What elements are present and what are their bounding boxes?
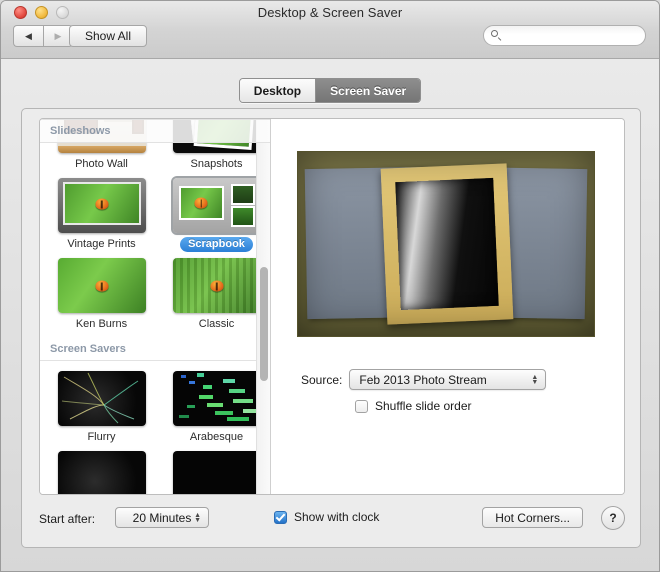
slideshows-grid: Photo Wall Snapshots Vintage Prints Scra… xyxy=(40,119,270,338)
arabesque-art-icon xyxy=(178,373,257,421)
source-row: Source: Feb 2013 Photo Stream ▲ ▼ xyxy=(301,369,547,390)
sidebar-scrollbar[interactable] xyxy=(256,119,270,494)
content-panel: Slideshows Photo Wall xyxy=(21,108,641,548)
arabesque-thumbnail[interactable] xyxy=(172,371,261,426)
chevron-updown-icon: ▲ ▼ xyxy=(194,511,201,524)
list-item-label: Ken Burns xyxy=(75,318,128,330)
shuffle-label: Shuffle slide order xyxy=(375,399,472,413)
search-icon xyxy=(491,30,499,41)
list-item-label: Photo Wall xyxy=(75,158,128,170)
show-clock-row[interactable]: Show with clock xyxy=(274,510,379,524)
show-all-button[interactable]: Show All xyxy=(69,25,147,47)
ken-burns-thumbnail[interactable] xyxy=(57,258,146,313)
show-clock-label: Show with clock xyxy=(294,510,380,524)
classic-thumbnail[interactable] xyxy=(172,258,261,313)
list-item-label: Classic xyxy=(198,318,235,330)
list-item-label: Arabesque xyxy=(189,431,244,443)
flurry-thumbnail[interactable] xyxy=(57,371,146,426)
help-button[interactable]: ? xyxy=(601,506,625,530)
back-arrow-icon: ◀ xyxy=(25,30,32,41)
tab-screen-saver[interactable]: Screen Saver xyxy=(315,79,421,102)
preview-panel: Source: Feb 2013 Photo Stream ▲ ▼ Shuffle… xyxy=(271,119,624,494)
forward-arrow-icon: ▶ xyxy=(54,30,62,41)
hot-corners-label: Hot Corners... xyxy=(495,510,570,525)
screensaver-list[interactable]: Slideshows Photo Wall xyxy=(40,119,271,494)
tab-desktop[interactable]: Desktop xyxy=(239,79,316,102)
list-item-label: Vintage Prints xyxy=(67,238,136,250)
help-icon: ? xyxy=(609,511,617,525)
tab-desktop-label: Desktop xyxy=(253,83,302,98)
shuffle-row[interactable]: Shuffle slide order xyxy=(355,399,472,413)
floating-group-header: Slideshows xyxy=(40,119,270,143)
source-dropdown-value: Feb 2013 Photo Stream xyxy=(359,372,487,387)
preview-vignette xyxy=(298,152,594,336)
vintage-prints-thumbnail[interactable] xyxy=(57,178,146,233)
sidebar-scrollbar-thumb[interactable] xyxy=(260,267,268,381)
list-item[interactable] xyxy=(163,451,270,494)
list-item[interactable]: Arabesque xyxy=(163,371,270,445)
list-item[interactable]: Classic xyxy=(163,258,270,332)
title-bar: Desktop & Screen Saver ◀ ▶ Show All xyxy=(1,1,659,59)
footer-controls: Start after: 20 Minutes ▲ ▼ Show with clo… xyxy=(39,505,625,535)
source-label: Source: xyxy=(301,372,343,387)
list-item[interactable]: Scrapbook xyxy=(163,178,270,252)
tab-screen-saver-label: Screen Saver xyxy=(330,83,407,98)
scrapbook-thumbnail[interactable] xyxy=(172,178,261,233)
list-item-label: Snapshots xyxy=(190,158,243,170)
list-item-label-selected: Scrapbook xyxy=(180,237,253,252)
window-title: Desktop & Screen Saver xyxy=(257,5,403,20)
flurry-art-icon xyxy=(61,372,138,424)
list-item[interactable]: Ken Burns xyxy=(48,258,155,332)
screensavers-grid: Flurry Arabesque xyxy=(40,361,270,494)
list-item[interactable] xyxy=(48,451,155,494)
tab-bar: Desktop Screen Saver xyxy=(1,78,659,103)
list-item[interactable]: Flurry xyxy=(48,371,155,445)
chooser-panel: Slideshows Photo Wall xyxy=(39,118,625,495)
start-after-value: 20 Minutes xyxy=(132,510,192,525)
source-dropdown[interactable]: Feb 2013 Photo Stream ▲ ▼ xyxy=(349,369,547,390)
shuffle-checkbox[interactable] xyxy=(355,399,368,413)
screensaver-preview-image xyxy=(297,151,595,337)
partial-thumbnail-right[interactable] xyxy=(172,451,261,494)
show-clock-checkbox[interactable] xyxy=(274,510,287,524)
start-after-dropdown[interactable]: 20 Minutes ▲ ▼ xyxy=(115,507,209,528)
navigation-buttons: ◀ ▶ xyxy=(13,25,73,47)
preferences-window: Desktop & Screen Saver ◀ ▶ Show All Desk… xyxy=(0,0,660,572)
screensaver-scroll-content: Slideshows Photo Wall xyxy=(40,119,270,494)
tab-segmented-control: Desktop Screen Saver xyxy=(238,78,422,103)
search-field[interactable] xyxy=(483,25,646,46)
start-after-label: Start after: xyxy=(39,512,96,526)
group-header-screen-savers: Screen Savers xyxy=(40,338,270,361)
chevron-updown-icon: ▲ ▼ xyxy=(531,373,539,386)
partial-thumbnail-left[interactable] xyxy=(57,451,146,494)
list-item[interactable]: Vintage Prints xyxy=(48,178,155,252)
hot-corners-button[interactable]: Hot Corners... xyxy=(482,507,583,528)
list-item-label: Flurry xyxy=(87,431,116,443)
back-button[interactable]: ◀ xyxy=(13,25,43,47)
show-all-label: Show All xyxy=(84,29,132,43)
search-input[interactable] xyxy=(503,29,645,42)
